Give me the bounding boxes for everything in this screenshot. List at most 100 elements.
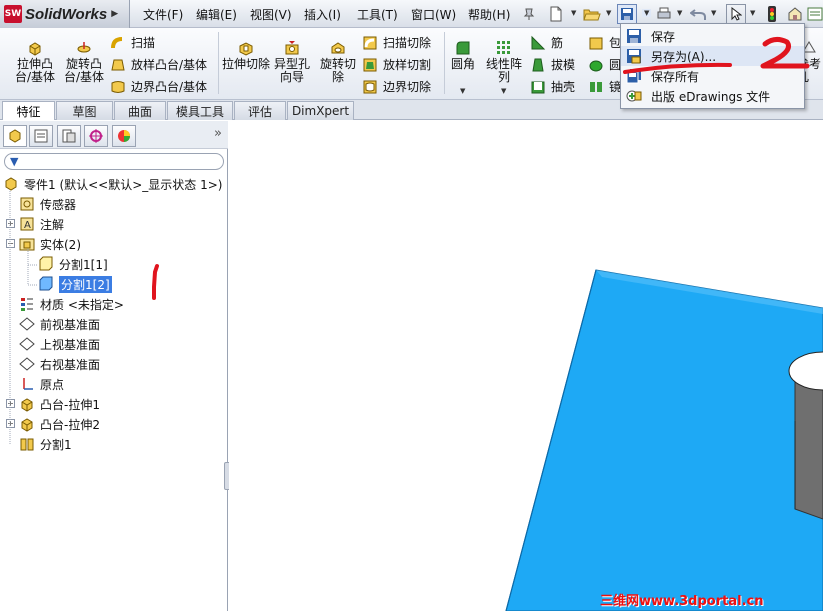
solidworks-window: SW SolidWorks ▶ 文件(F) 编辑(E) 视图(V) 插入(I) … bbox=[0, 0, 823, 611]
boundary-boss-icon bbox=[111, 80, 125, 93]
linear-pattern-label: 线性阵列 bbox=[485, 57, 522, 84]
tree-annotations-label: 注解 bbox=[40, 217, 65, 232]
feature-manager-panel: » ▼ 零件1 (默认<<默认>_显示状态 1>) 传感器 + A 注解 − 实… bbox=[0, 121, 232, 611]
new-dropdown-icon[interactable]: ▼ bbox=[571, 9, 576, 17]
graphics-viewport[interactable]: ⊕ ⊕ ↻ bbox=[229, 121, 823, 611]
options-icon[interactable] bbox=[805, 4, 823, 24]
step-1-annotation bbox=[152, 264, 159, 300]
shell-label: 抽壳 bbox=[551, 80, 576, 94]
new-document-icon[interactable] bbox=[546, 4, 566, 24]
fillet-button[interactable]: 圆角 bbox=[448, 40, 478, 71]
sweep-cut-button[interactable]: 扫描切除 bbox=[362, 34, 431, 51]
tree-split-1-label: 分割1 bbox=[40, 437, 72, 452]
draft-label: 拔模 bbox=[551, 58, 576, 72]
pattern-dropdown-icon[interactable]: ▼ bbox=[501, 87, 506, 95]
hole-wizard-label: 异型孔向导 bbox=[273, 57, 310, 84]
extrude-boss-label: 拉伸凸台/基体 bbox=[14, 57, 56, 84]
select-cursor-icon[interactable] bbox=[726, 4, 746, 24]
print-dropdown-icon[interactable]: ▼ bbox=[677, 9, 682, 17]
tree-body-1-label: 分割1[1] bbox=[59, 257, 108, 272]
app-name: SolidWorks bbox=[25, 5, 108, 23]
mirror-button-partial[interactable]: 镜 bbox=[588, 78, 621, 95]
menu-help[interactable]: 帮助(H) bbox=[468, 6, 510, 23]
revolve-cut-button[interactable]: 旋转切除 bbox=[316, 40, 360, 84]
boundary-cut-icon bbox=[363, 80, 377, 93]
panel-expand-icon[interactable]: » bbox=[214, 126, 222, 141]
hole-wizard-button[interactable]: 异型孔向导 bbox=[270, 40, 314, 84]
open-dropdown-icon[interactable]: ▼ bbox=[606, 9, 611, 17]
select-dropdown-icon[interactable]: ▼ bbox=[750, 9, 755, 17]
save-icon[interactable] bbox=[617, 4, 637, 24]
command-separator bbox=[218, 32, 219, 94]
tree-boss-extrude-1-label: 凸台-拉伸1 bbox=[40, 397, 100, 412]
rebuild-traffic-light-icon[interactable] bbox=[762, 4, 782, 24]
hole-wizard-icon bbox=[285, 41, 299, 55]
menu-file[interactable]: 文件(F) bbox=[143, 6, 183, 23]
tree-origin-label: 原点 bbox=[40, 377, 65, 392]
print-icon[interactable] bbox=[654, 4, 674, 24]
app-logo[interactable]: SW SolidWorks ▶ bbox=[0, 0, 130, 28]
draft-icon bbox=[532, 58, 544, 71]
revolve-cut-label: 旋转切除 bbox=[319, 57, 356, 84]
mirror-icon bbox=[590, 81, 602, 92]
pin-icon[interactable] bbox=[519, 4, 539, 24]
menu-item-publish-edrawings[interactable]: 出版 eDrawings 文件 bbox=[621, 86, 804, 106]
tab-surfaces[interactable]: 曲面 bbox=[114, 101, 166, 120]
publish-edrawings-label: 出版 eDrawings 文件 bbox=[651, 89, 771, 104]
tree-connector-lines bbox=[9, 191, 38, 444]
configuration-manager-tab[interactable] bbox=[57, 125, 81, 147]
file-properties-icon[interactable] bbox=[785, 4, 805, 24]
loft-cut-button[interactable]: 放样切割 bbox=[362, 56, 431, 73]
site-watermark: 三维网www.3dportal.cn bbox=[600, 594, 764, 609]
menu-tools[interactable]: 工具(T) bbox=[357, 6, 398, 23]
rib-button[interactable]: 筋 bbox=[530, 34, 563, 51]
save-dropdown-icon[interactable]: ▼ bbox=[642, 9, 652, 17]
body-icon bbox=[39, 276, 53, 291]
extrude-boss-button[interactable]: 拉伸凸台/基体 bbox=[10, 40, 60, 84]
tab-mold-tools[interactable]: 模具工具 bbox=[167, 101, 233, 120]
revolve-boss-label: 旋转凸台/基体 bbox=[63, 57, 105, 84]
extrude-boss-icon bbox=[29, 42, 41, 56]
display-manager-icon bbox=[118, 130, 130, 142]
undo-dropdown-icon[interactable]: ▼ bbox=[711, 9, 716, 17]
menu-view[interactable]: 视图(V) bbox=[250, 6, 292, 23]
sweep-button[interactable]: 扫描 bbox=[110, 34, 155, 51]
tab-features[interactable]: 特征 bbox=[2, 101, 55, 120]
tree-item-body-1[interactable]: 分割1[1] bbox=[38, 255, 108, 273]
linear-pattern-icon bbox=[497, 41, 510, 54]
linear-pattern-button[interactable]: 线性阵列 bbox=[482, 40, 526, 84]
tab-sketch[interactable]: 草图 bbox=[56, 101, 113, 120]
tree-item-body-2[interactable]: 分割1[2] bbox=[38, 275, 112, 293]
boundary-boss-button[interactable]: 边界凸台/基体 bbox=[110, 78, 207, 95]
draft-button[interactable]: 拔模 bbox=[530, 56, 575, 73]
step-2-annotation bbox=[623, 36, 810, 74]
menu-edit[interactable]: 编辑(E) bbox=[196, 6, 237, 23]
fillet-icon bbox=[456, 41, 470, 55]
boundary-cut-button[interactable]: 边界切除 bbox=[362, 78, 431, 95]
shell-button[interactable]: 抽壳 bbox=[530, 78, 575, 95]
dimxpert-manager-tab[interactable] bbox=[84, 125, 108, 147]
body-icon bbox=[39, 256, 53, 271]
fillet-dropdown-icon[interactable]: ▼ bbox=[460, 87, 465, 95]
tree-top-plane-label: 上视基准面 bbox=[40, 337, 101, 352]
boundary-cut-label: 边界切除 bbox=[383, 80, 432, 94]
configuration-icon bbox=[62, 129, 76, 143]
sweep-icon bbox=[111, 36, 123, 48]
menu-window[interactable]: 窗口(W) bbox=[411, 6, 456, 23]
extrude-cut-button[interactable]: 拉伸切除 bbox=[222, 40, 270, 71]
display-manager-tab[interactable] bbox=[112, 125, 136, 147]
revolve-boss-button[interactable]: 旋转凸台/基体 bbox=[59, 40, 109, 84]
tab-dimxpert[interactable]: DimXpert bbox=[287, 101, 354, 120]
undo-icon[interactable] bbox=[688, 4, 708, 24]
sweep-cut-icon bbox=[363, 36, 377, 49]
rib-label: 筋 bbox=[551, 36, 564, 50]
loft-boss-button[interactable]: 放样凸台/基体 bbox=[110, 56, 207, 73]
menu-insert[interactable]: 插入(I) bbox=[304, 6, 341, 23]
open-folder-icon[interactable] bbox=[582, 4, 602, 24]
logo-arrow-icon: ▶ bbox=[111, 9, 119, 19]
tab-evaluate[interactable]: 评估 bbox=[234, 101, 286, 120]
tree-sensors-label: 传感器 bbox=[40, 197, 77, 212]
tree-boss-extrude-2-label: 凸台-拉伸2 bbox=[40, 417, 100, 432]
tree-right-plane-label: 右视基准面 bbox=[40, 357, 101, 372]
revolve-cut-icon bbox=[331, 42, 345, 54]
